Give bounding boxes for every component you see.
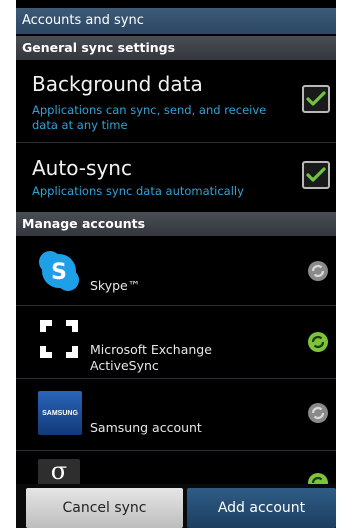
- checkmark-icon: [306, 91, 326, 106]
- exchange-icon: [40, 320, 78, 358]
- divider: [16, 378, 336, 379]
- account-label-samsung: Samsung account: [90, 420, 202, 435]
- divider: [16, 305, 336, 306]
- bottom-button-bar: Cancel sync Add account: [16, 484, 336, 528]
- divider: [16, 450, 336, 451]
- sync-off-icon: [308, 403, 328, 423]
- add-account-button[interactable]: Add account: [186, 488, 336, 528]
- accounts-sync-screen: Accounts and sync General sync settings …: [16, 0, 336, 528]
- samsung-icon: SAMSUNG: [38, 391, 82, 435]
- background-data-title: Background data: [32, 72, 203, 96]
- svg-text:S: S: [51, 260, 67, 285]
- background-data-subtitle: Applications can sync, send, and receive…: [32, 103, 267, 132]
- background-data-checkbox[interactable]: [302, 85, 330, 113]
- auto-sync-title: Auto-sync: [32, 156, 132, 180]
- skype-icon: S: [39, 251, 79, 291]
- general-sync-header: General sync settings: [16, 36, 336, 60]
- checkmark-icon: [306, 167, 326, 182]
- sync-off-icon: [308, 261, 328, 281]
- general-sync-header-label: General sync settings: [22, 40, 176, 55]
- samsung-icon-text: SAMSUNG: [42, 409, 78, 417]
- auto-sync-checkbox[interactable]: [302, 161, 330, 189]
- auto-sync-subtitle: Applications sync data automatically: [32, 184, 244, 198]
- sync-on-icon: [308, 332, 328, 352]
- account-label-exchange: Microsoft Exchange ActiveSync: [90, 342, 212, 373]
- sigma-icon-text: σ: [50, 457, 68, 485]
- account-label-skype: Skype™: [90, 278, 141, 293]
- manage-accounts-header-label: Manage accounts: [22, 216, 146, 231]
- manage-accounts-header: Manage accounts: [16, 212, 336, 236]
- divider: [16, 142, 336, 143]
- cancel-sync-button[interactable]: Cancel sync: [26, 488, 183, 528]
- title-bar: Accounts and sync: [16, 8, 336, 34]
- page-title: Accounts and sync: [22, 13, 144, 28]
